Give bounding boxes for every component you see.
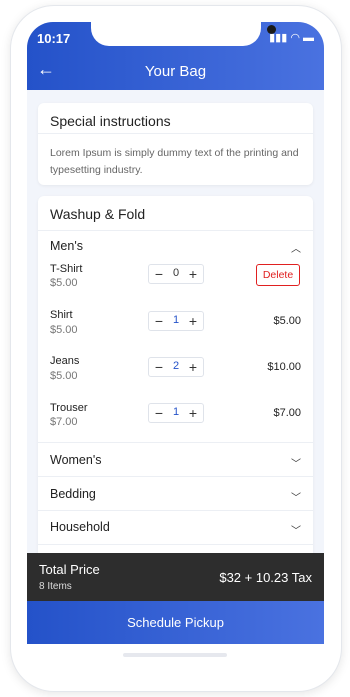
status-time: 10:17 <box>37 31 71 46</box>
item-name: T-Shirt <box>50 263 83 275</box>
quantity-value: 0 <box>172 267 180 279</box>
special-instructions-text[interactable]: Lorem Ipsum is simply dummy text of the … <box>50 145 305 179</box>
quantity-value: 2 <box>172 360 180 372</box>
item-name: Shirt <box>50 309 73 321</box>
delete-button[interactable]: Delete <box>256 264 300 286</box>
item-name: Jeans <box>50 355 80 367</box>
app-screen: 10:17 ▮▮▮ ◠ ▬ ← Your Bag Special instruc… <box>27 22 324 644</box>
divider <box>38 476 313 477</box>
app-header: 10:17 ▮▮▮ ◠ ▬ ← Your Bag <box>27 22 324 90</box>
item-price: $5.00 <box>50 370 78 382</box>
item-total: $7.00 <box>273 407 301 419</box>
minus-icon[interactable]: − <box>151 358 167 376</box>
item-name: Trouser <box>50 402 88 414</box>
order-items-card: Washup & Fold Men's ︿ T-Shirt $5.00 − 0 … <box>38 196 313 596</box>
signal-wifi-battery-icons: ▮▮▮ ◠ ▬ <box>269 32 314 44</box>
item-price: $7.00 <box>50 416 78 428</box>
quantity-stepper: − 2 + <box>148 357 204 377</box>
chevron-down-icon[interactable]: ﹀ <box>291 522 301 537</box>
minus-icon[interactable]: − <box>151 404 167 422</box>
divider <box>38 133 313 134</box>
plus-icon[interactable]: + <box>185 265 201 283</box>
divider <box>38 544 313 545</box>
category-mens-label[interactable]: Men's <box>50 239 83 253</box>
item-total: $10.00 <box>267 361 301 373</box>
item-price: $5.00 <box>50 277 78 289</box>
item-total: $5.00 <box>273 315 301 327</box>
divider <box>38 442 313 443</box>
category-household[interactable]: Household <box>50 520 110 534</box>
quantity-stepper: − 1 + <box>148 311 204 331</box>
total-price-value: $32 + 10.23 Tax <box>219 570 312 585</box>
special-instructions-card: Special instructions Lorem Ipsum is simp… <box>38 103 313 185</box>
plus-icon[interactable]: + <box>185 358 201 376</box>
page-title: Your Bag <box>144 63 207 80</box>
chevron-down-icon[interactable]: ﹀ <box>291 455 301 470</box>
minus-icon[interactable]: − <box>151 265 167 283</box>
chevron-down-icon[interactable]: ﹀ <box>291 489 301 504</box>
divider <box>38 230 313 231</box>
quantity-stepper: − 0 + <box>148 264 204 284</box>
home-indicator <box>123 653 227 657</box>
plus-icon[interactable]: + <box>185 404 201 422</box>
category-womens[interactable]: Women's <box>50 453 101 467</box>
plus-icon[interactable]: + <box>185 312 201 330</box>
schedule-pickup-button[interactable]: Schedule Pickup <box>27 601 324 644</box>
minus-icon[interactable]: − <box>151 312 167 330</box>
special-instructions-title: Special instructions <box>50 113 171 129</box>
quantity-stepper: − 1 + <box>148 403 204 423</box>
total-price-bar: Total Price 8 Items $32 + 10.23 Tax <box>27 553 324 601</box>
notch <box>91 22 276 46</box>
chevron-up-icon[interactable]: ︿ <box>291 240 301 255</box>
quantity-value: 1 <box>172 406 180 418</box>
total-price-label: Total Price <box>39 562 100 577</box>
divider <box>38 510 313 511</box>
items-count: 8 Items <box>39 581 72 592</box>
service-title: Washup & Fold <box>50 206 146 222</box>
item-price: $5.00 <box>50 324 78 336</box>
category-bedding[interactable]: Bedding <box>50 487 96 501</box>
quantity-value: 1 <box>172 314 180 326</box>
